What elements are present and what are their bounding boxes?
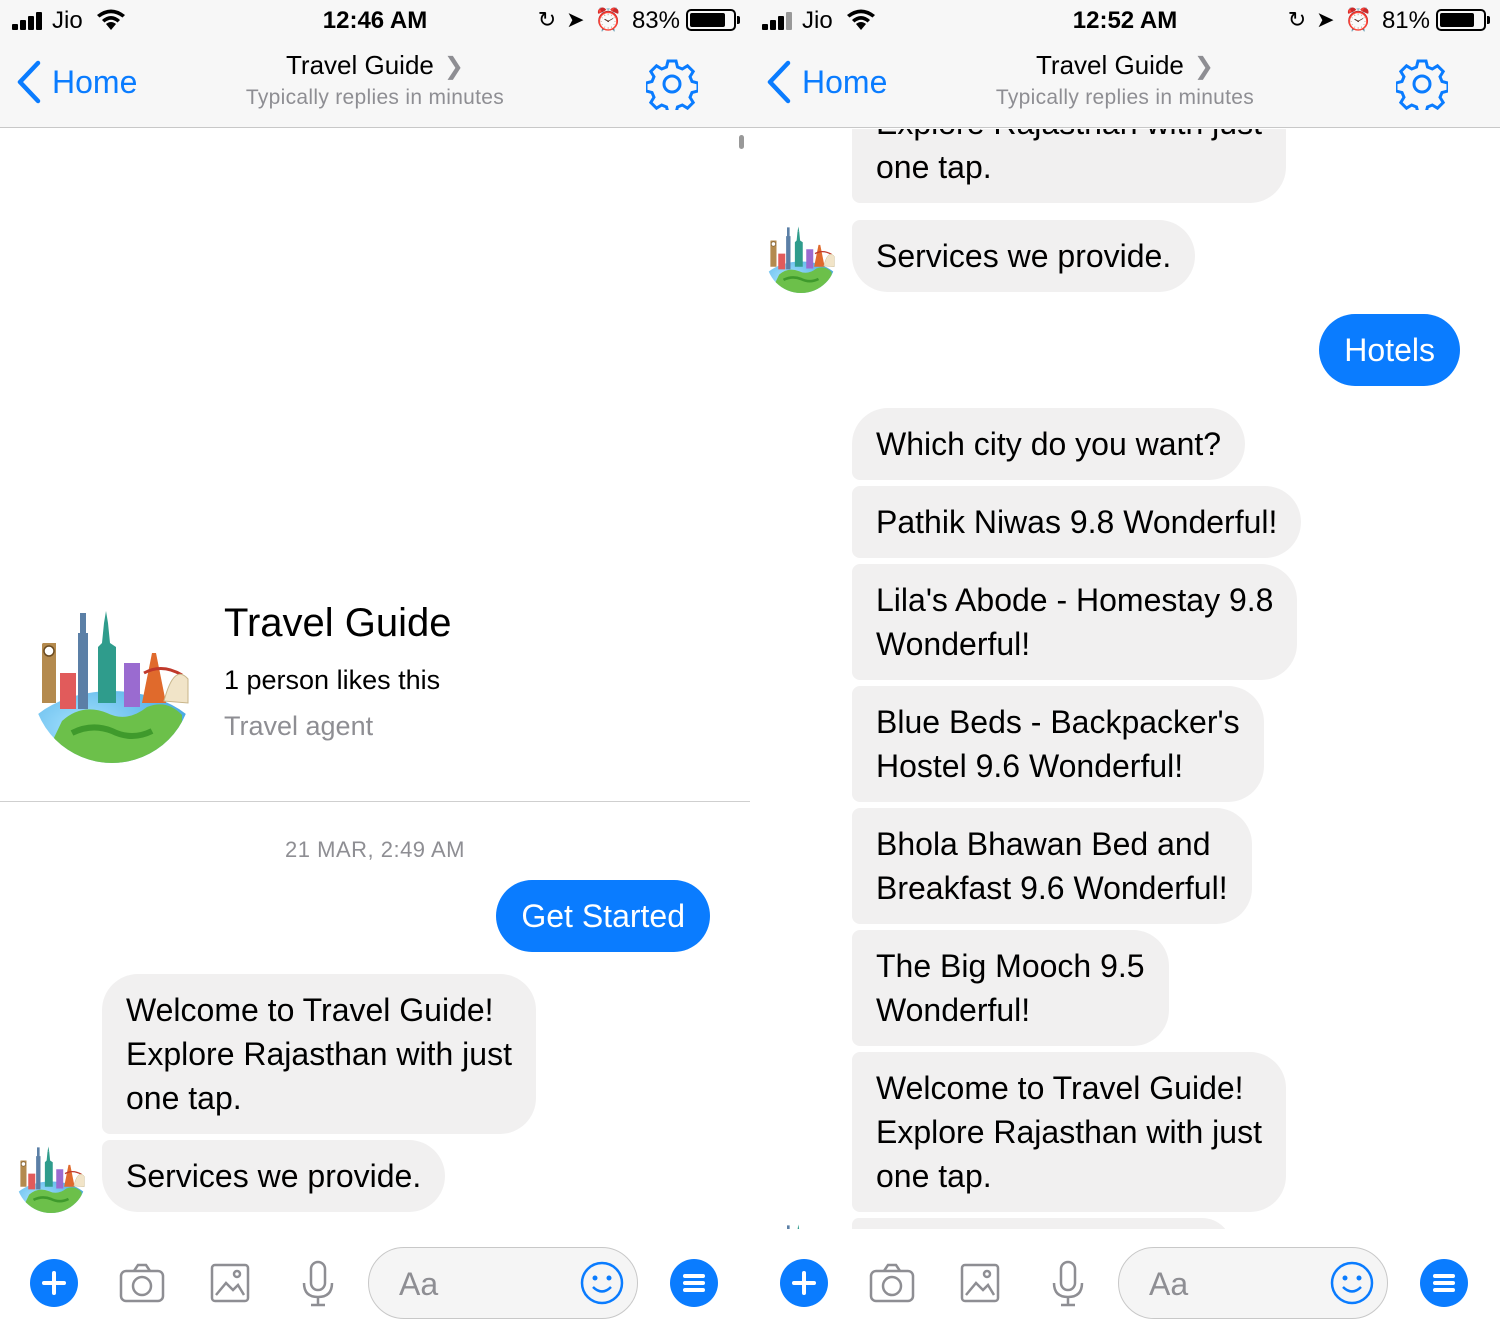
scroll-indicator — [739, 135, 744, 149]
rotation-lock-icon: ↻ — [1287, 7, 1307, 32]
profile-name: Travel Guide — [224, 601, 452, 645]
response-time-subtitle: Typically replies in minutes — [245, 86, 505, 109]
location-icon: ➤ — [566, 7, 585, 32]
sender-avatar[interactable] — [766, 1221, 836, 1229]
message-input[interactable]: Aa — [368, 1247, 638, 1319]
message-bubble-incoming[interactable]: Welcome to Travel Guide! Explore Rajasth… — [852, 1052, 1286, 1212]
input-placeholder: Aa — [1149, 1266, 1189, 1302]
profile-category: Travel agent — [224, 711, 374, 741]
status-bar: Jio 12:52 AM ↻ ➤ ⏰ 81% — [750, 0, 1500, 40]
composer-bar: Aa — [750, 1229, 1500, 1334]
emoji-icon[interactable] — [1329, 1260, 1375, 1306]
nav-bar: Home Travel Guide ❯ Typically replies in … — [750, 40, 1500, 128]
message-text: Hotels — [1344, 332, 1435, 368]
gear-icon[interactable] — [646, 58, 698, 110]
menu-button[interactable] — [670, 1259, 718, 1307]
status-icons: ↻ ➤ ⏰ — [538, 7, 622, 33]
sender-avatar[interactable] — [16, 1143, 86, 1213]
message-line: Blue Beds - Backpacker's — [876, 704, 1240, 740]
message-line: Welcome to Travel Guide! — [126, 992, 494, 1028]
message-bubble-incoming[interactable]: Blue Beds - Backpacker's Hostel 9.6 Wond… — [852, 686, 1264, 802]
battery-icon — [1436, 9, 1490, 31]
battery-percent: 81% — [1381, 7, 1430, 34]
message-bubble-incoming[interactable]: Which city do you want? — [852, 408, 1246, 480]
nav-bar: Home Travel Guide ❯ Typically replies in … — [0, 40, 750, 128]
profile-likes: 1 person likes this — [224, 665, 441, 695]
microphone-icon[interactable] — [1044, 1259, 1092, 1307]
title-text: Travel Guide — [1036, 50, 1184, 80]
message-line: Explore Rajasthan with just — [876, 129, 1262, 145]
message-line: one tap. — [876, 1158, 992, 1194]
status-bar: Jio 12:46 AM ↻ ➤ ⏰ 83% — [0, 0, 750, 40]
sender-avatar[interactable] — [766, 223, 836, 293]
microphone-icon[interactable] — [294, 1259, 342, 1307]
message-line: Lila's Abode - Homestay 9.8 — [876, 582, 1274, 618]
menu-button[interactable] — [1420, 1259, 1468, 1307]
message-bubble-incoming[interactable]: Welcome to Travel Guide! Explore Rajasth… — [102, 974, 536, 1134]
message-line: one tap. — [126, 1080, 242, 1116]
message-line: Which city do you want? — [876, 426, 1222, 462]
message-bubble-incoming[interactable]: The Big Mooch 9.5 Wonderful! — [852, 930, 1169, 1046]
gear-icon[interactable] — [1396, 58, 1448, 110]
rotation-lock-icon: ↻ — [537, 7, 557, 32]
message-line: Hostel 9.6 Wonderful! — [876, 748, 1184, 784]
message-list[interactable]: Travel Guide 1 person likes this Travel … — [0, 129, 750, 1229]
title-text: Travel Guide — [286, 50, 434, 80]
conversation-title[interactable]: Travel Guide ❯ — [0, 50, 750, 81]
status-icons: ↻ ➤ ⏰ — [1288, 7, 1372, 33]
message-bubble-incoming[interactable]: Pathik Niwas 9.8 Wonderful! — [852, 486, 1302, 558]
chevron-right-icon: ❯ — [1193, 53, 1214, 80]
page-profile-header: Travel Guide 1 person likes this Travel … — [0, 599, 750, 802]
right-screen: Jio 12:52 AM ↻ ➤ ⏰ 81% Home Travel Guide… — [750, 0, 1500, 1334]
message-text: Get Started — [521, 898, 685, 934]
message-line: Services we provide. — [876, 238, 1172, 274]
message-line: Wonderful! — [876, 992, 1031, 1028]
emoji-icon[interactable] — [579, 1260, 625, 1306]
left-screen: Jio 12:46 AM ↻ ➤ ⏰ 83% Home Travel Guide… — [0, 0, 750, 1334]
message-line: Welcome to Travel Guide! — [876, 1070, 1244, 1106]
travel-guide-avatar[interactable] — [32, 603, 192, 763]
input-placeholder: Aa — [399, 1266, 439, 1302]
chevron-right-icon: ❯ — [443, 53, 464, 80]
location-icon: ➤ — [1316, 7, 1335, 32]
message-line: Breakfast 9.6 Wonderful! — [876, 870, 1228, 906]
message-line: Explore Rajasthan with just — [876, 1114, 1262, 1150]
message-bubble-incoming[interactable]: Services we provide. — [102, 1140, 446, 1212]
image-icon[interactable] — [956, 1259, 1004, 1307]
message-line: Bhola Bhawan Bed and — [876, 826, 1211, 862]
add-button[interactable] — [780, 1259, 828, 1307]
message-line: one tap. — [876, 149, 992, 185]
message-line: Wonderful! — [876, 626, 1031, 662]
battery-icon — [686, 9, 740, 31]
message-line: Explore Rajasthan with just — [126, 1036, 512, 1072]
message-bubble-incoming[interactable]: Services we provide. — [852, 220, 1196, 292]
conversation-title[interactable]: Travel Guide ❯ — [750, 50, 1500, 81]
message-bubble-incoming-partial[interactable] — [852, 1218, 1232, 1229]
alarm-icon: ⏰ — [594, 7, 622, 32]
message-list[interactable]: Explore Rajasthan with just one tap. Ser… — [750, 129, 1500, 1229]
alarm-icon: ⏰ — [1344, 7, 1372, 32]
message-line: The Big Mooch 9.5 — [876, 948, 1145, 984]
battery-fill — [1440, 13, 1475, 27]
message-bubble-incoming[interactable]: Explore Rajasthan with just one tap. — [852, 129, 1286, 203]
add-button[interactable] — [30, 1259, 78, 1307]
message-line: Services we provide. — [126, 1158, 422, 1194]
message-line: Pathik Niwas 9.8 Wonderful! — [876, 504, 1278, 540]
image-icon[interactable] — [206, 1259, 254, 1307]
message-input[interactable]: Aa — [1118, 1247, 1388, 1319]
message-bubble-incoming[interactable]: Bhola Bhawan Bed and Breakfast 9.6 Wonde… — [852, 808, 1252, 924]
message-bubble-outgoing[interactable]: Get Started — [496, 880, 710, 952]
message-bubble-incoming[interactable]: Lila's Abode - Homestay 9.8 Wonderful! — [852, 564, 1298, 680]
message-timestamp: 21 MAR, 2:49 AM — [285, 837, 465, 862]
composer-bar: Aa — [0, 1229, 750, 1334]
camera-icon[interactable] — [868, 1259, 916, 1307]
battery-percent: 83% — [631, 7, 680, 34]
response-time-subtitle: Typically replies in minutes — [995, 86, 1255, 109]
camera-icon[interactable] — [118, 1259, 166, 1307]
battery-fill — [690, 13, 725, 27]
message-bubble-outgoing[interactable]: Hotels — [1319, 314, 1460, 386]
